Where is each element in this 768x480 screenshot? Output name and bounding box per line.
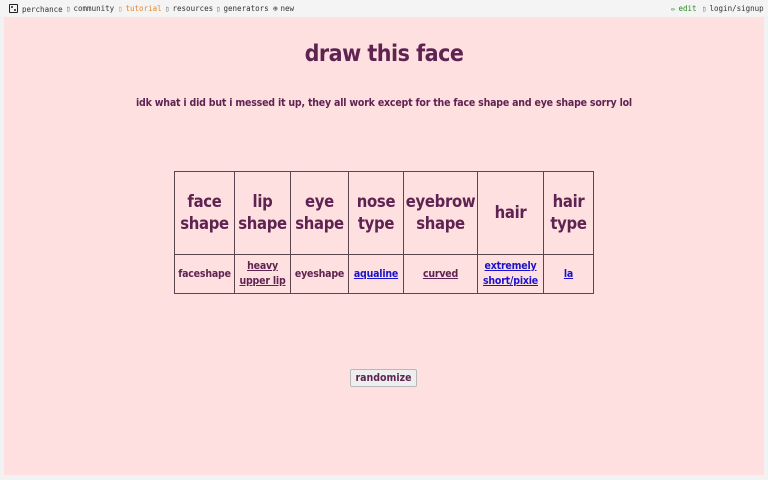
table-header-row: face shape lip shape eye shape nose type… — [174, 171, 594, 255]
nav-new[interactable]: ⊕ new — [273, 4, 294, 13]
community-icon: ▯ — [66, 4, 71, 13]
value-face-shape: faceshape — [174, 254, 235, 294]
value-nose-type[interactable]: aqualine — [354, 268, 398, 280]
nav-edit[interactable]: ✏ edit — [671, 4, 697, 13]
resources-icon: ▯ — [165, 4, 170, 13]
face-traits-table: face shape lip shape eye shape nose type… — [174, 171, 594, 294]
value-hair-type[interactable]: la — [564, 268, 573, 280]
nav-tutorial-label: tutorial — [125, 4, 162, 13]
generator-page: draw this face idk what i did but i mess… — [4, 17, 764, 475]
generators-icon: ▯ — [216, 4, 221, 13]
nav-resources[interactable]: ▯ resources — [165, 4, 213, 13]
cell-eyebrow-shape: curved — [403, 254, 478, 294]
nav-tutorial[interactable]: ▯ tutorial — [118, 4, 162, 13]
table-row: faceshape heavy upper lip eyeshape aqual… — [174, 254, 594, 294]
header-nose-type: nose type — [348, 171, 404, 255]
cell-hair-type: la — [543, 254, 594, 294]
dice-icon — [9, 4, 18, 13]
header-hair-type: hair type — [543, 171, 594, 255]
top-nav: perchance ▯ community ▯ tutorial ▯ resource… — [0, 0, 768, 16]
header-eye-shape: eye shape — [290, 171, 349, 255]
nav-login-label: login/signup — [709, 4, 764, 13]
cell-hair: extremely short/pixie — [477, 254, 544, 294]
nav-community-label: community — [73, 4, 115, 13]
cell-lip-shape: heavy upper lip — [234, 254, 291, 294]
page-title: draw this face — [304, 41, 464, 67]
pencil-icon: ✏ — [671, 4, 676, 13]
nav-edit-label: edit — [678, 4, 697, 13]
nav-generators-label: generators — [223, 4, 269, 13]
nav-generators[interactable]: ▯ generators — [216, 4, 269, 13]
value-lip-shape[interactable]: heavy upper lip — [239, 260, 285, 287]
header-face-shape: face shape — [174, 171, 235, 255]
value-eyebrow-shape[interactable]: curved — [423, 268, 458, 280]
nav-login[interactable]: ▯ login/signup — [702, 4, 764, 13]
nav-home[interactable]: perchance — [9, 4, 63, 14]
nav-community[interactable]: ▯ community — [66, 4, 114, 13]
nav-new-label: new — [280, 4, 295, 13]
randomize-button[interactable]: randomize — [350, 369, 417, 387]
page-subtitle: idk what i did but i messed it up, they … — [136, 97, 632, 109]
header-eyebrow-shape: eyebrow shape — [403, 171, 478, 255]
tutorial-icon: ▯ — [118, 4, 123, 13]
header-lip-shape: lip shape — [234, 171, 291, 255]
nav-home-label: perchance — [22, 5, 63, 14]
login-icon: ▯ — [702, 4, 707, 13]
nav-resources-label: resources — [172, 4, 214, 13]
header-hair: hair — [477, 171, 544, 255]
value-eye-shape: eyeshape — [290, 254, 349, 294]
cell-nose-type: aqualine — [348, 254, 404, 294]
plus-icon: ⊕ — [273, 4, 278, 13]
value-hair[interactable]: extremely short/pixie — [481, 259, 541, 289]
